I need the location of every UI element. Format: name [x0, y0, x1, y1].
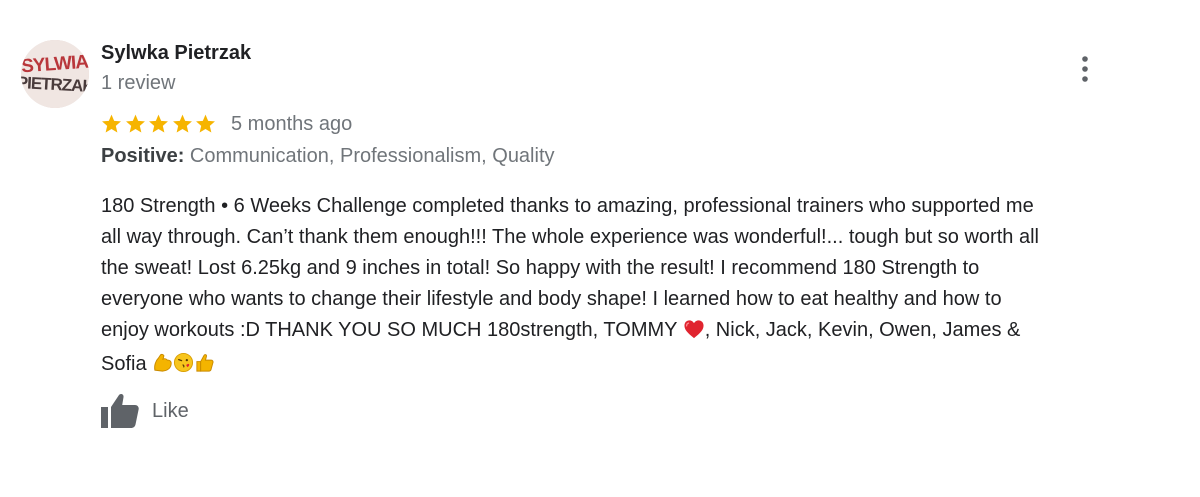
review-text-line: 180 Strength • 6 Weeks Challenge complet… — [101, 195, 1034, 217]
review-text-line: all way through. Can’t thank them enough… — [101, 226, 1039, 248]
like-button[interactable]: Like — [100, 392, 189, 430]
review-text: 180 Strength • 6 Weeks Challenge complet… — [101, 191, 1176, 383]
author-review-count[interactable]: 1 review — [101, 72, 175, 95]
author-name[interactable]: Sylwka Pietrzak — [101, 42, 251, 65]
review-date: 5 months ago — [231, 113, 353, 135]
review-text-line: the sweat! Lost 6.25kg and 9 inches in t… — [101, 257, 980, 279]
review-text-line-with-emojis: Sofia — [101, 349, 1176, 383]
positive-value: Communication, Professionalism, Quality — [189, 145, 555, 167]
flexed-biceps-icon — [152, 352, 173, 383]
thumbs-up-icon — [101, 393, 139, 428]
review-text-line: everyone who wants to change their lifes… — [101, 288, 1002, 310]
star-icon — [196, 114, 215, 133]
more-vert-icon — [1082, 56, 1088, 82]
more-options-button[interactable] — [1070, 52, 1100, 86]
star-rating — [100, 110, 218, 138]
positive-attributes: Positive: Communication, Professionalism… — [101, 145, 555, 168]
review-text-segment: , Nick, Jack, Kevin, Owen, James & — [704, 319, 1021, 341]
avatar-image: SYLWIA PIETRZAK — [21, 40, 89, 108]
star-icon — [102, 114, 121, 133]
red-heart-icon — [683, 318, 705, 349]
like-label: Like — [152, 399, 189, 422]
face-blowing-kiss-icon — [173, 352, 194, 383]
star-icon — [172, 114, 192, 133]
review-text-segment: Sofia — [101, 353, 147, 375]
positive-label: Positive: — [101, 145, 185, 167]
avatar[interactable]: SYLWIA PIETRZAK — [21, 40, 89, 108]
star-icon — [149, 114, 168, 133]
star-icon — [125, 114, 145, 133]
review-card: SYLWIA PIETRZAK Sylwka Pietrzak 1 review… — [0, 0, 1200, 497]
thumbs-up-emoji-icon — [194, 352, 215, 383]
review-text-line-with-heart: enjoy workouts :D THANK YOU SO MUCH 180s… — [101, 315, 1176, 349]
review-text-segment: enjoy workouts :D THANK YOU SO MUCH 180s… — [101, 319, 678, 341]
